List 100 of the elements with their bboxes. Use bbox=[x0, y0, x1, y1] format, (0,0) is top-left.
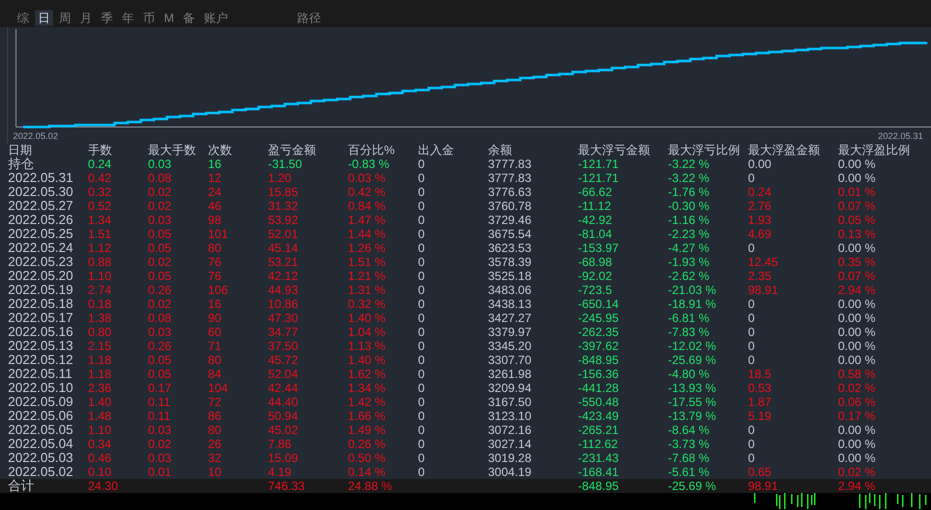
table-cell: 0.00 % bbox=[838, 451, 876, 465]
table-cell: 0.65 bbox=[748, 465, 772, 479]
table-cell: 0.18 bbox=[88, 297, 112, 311]
table-cell: 0.17 % bbox=[838, 409, 876, 423]
table-cell: -650.14 bbox=[578, 297, 619, 311]
table-cell: 2022.05.20 bbox=[8, 268, 74, 283]
table-cell: 24 bbox=[208, 185, 222, 199]
period-tab[interactable]: 年 bbox=[119, 10, 137, 26]
axis-label: 2022.05.31 bbox=[878, 130, 923, 142]
table-cell: 0 bbox=[418, 213, 425, 227]
table-cell: 1.20 bbox=[268, 171, 292, 185]
table-cell: 2022.05.25 bbox=[8, 226, 74, 241]
table-cell: 2022.05.02 bbox=[8, 464, 74, 479]
table-cell: -42.92 bbox=[578, 213, 612, 227]
period-tab[interactable]: 月 bbox=[77, 10, 95, 26]
table-cell: 0 bbox=[418, 381, 425, 395]
table-cell: 3072.16 bbox=[488, 423, 532, 437]
table-cell: 1.26 % bbox=[348, 241, 386, 255]
table-cell: -2.23 % bbox=[668, 227, 710, 241]
table-cell: 3675.54 bbox=[488, 227, 532, 241]
table-cell: 0.08 bbox=[148, 171, 172, 185]
table-cell: 0.24 bbox=[88, 157, 112, 171]
table-cell: 1.44 % bbox=[348, 227, 386, 241]
table-cell: 24.88 % bbox=[348, 479, 392, 493]
table-cell: 26 bbox=[208, 437, 222, 451]
table-cell: 0 bbox=[418, 297, 425, 311]
table-cell: 42.12 bbox=[268, 269, 298, 283]
period-tab[interactable]: 币 bbox=[140, 10, 158, 26]
table-cell: 0.88 bbox=[88, 255, 112, 269]
table-cell: 1.18 bbox=[88, 367, 112, 381]
table-cell: 0 bbox=[748, 339, 755, 353]
table-cell: 0.24 bbox=[748, 185, 772, 199]
table-cell: 0.26 % bbox=[348, 437, 386, 451]
table-cell: 3776.63 bbox=[488, 185, 532, 199]
column-header: 最大浮亏比例 bbox=[668, 143, 740, 157]
table-cell: 0.03 bbox=[148, 325, 172, 339]
table-cell: 46 bbox=[208, 199, 222, 213]
table-cell: 2022.05.18 bbox=[8, 296, 74, 311]
table-cell: 98.91 bbox=[748, 283, 778, 297]
table-cell: -2.62 % bbox=[668, 269, 710, 283]
table-cell: 2022.05.13 bbox=[8, 338, 74, 353]
table-cell: -3.73 % bbox=[668, 437, 710, 451]
column-header: 最大浮亏金额 bbox=[578, 143, 650, 157]
table-cell: -245.95 bbox=[578, 311, 619, 325]
table-cell: -81.04 bbox=[578, 227, 612, 241]
table-cell: 0.02 bbox=[148, 437, 172, 451]
table-cell: 24.30 bbox=[88, 479, 118, 493]
period-tab[interactable]: 备 bbox=[180, 10, 198, 26]
table-cell: 0 bbox=[418, 339, 425, 353]
table-cell: 0.11 bbox=[148, 395, 170, 409]
period-tab[interactable]: 日 bbox=[35, 10, 53, 26]
table-cell: -3.22 % bbox=[668, 171, 710, 185]
period-tab[interactable]: 周 bbox=[56, 10, 74, 26]
period-tab[interactable]: 路径 bbox=[294, 10, 324, 26]
table-cell: 0.01 % bbox=[838, 185, 876, 199]
table-cell: 0.00 % bbox=[838, 171, 876, 185]
table-cell: -153.97 bbox=[578, 241, 619, 255]
table-cell: 0 bbox=[748, 241, 755, 255]
table-cell: 0 bbox=[418, 227, 425, 241]
table-cell: 106 bbox=[208, 283, 228, 297]
table-cell: 0.05 % bbox=[838, 213, 876, 227]
table-cell: 45.14 bbox=[268, 241, 298, 255]
table-cell: 0 bbox=[418, 367, 425, 381]
period-tab[interactable]: 账户 bbox=[201, 10, 231, 26]
period-tab[interactable]: M bbox=[161, 10, 177, 26]
table-cell: 0.00 % bbox=[838, 241, 876, 255]
table-cell: 2.94 % bbox=[838, 479, 876, 493]
table-cell: 0 bbox=[418, 255, 425, 269]
table-cell: 1.47 % bbox=[348, 213, 386, 227]
table-cell: -3.22 % bbox=[668, 157, 710, 171]
table-cell: -0.30 % bbox=[668, 199, 710, 213]
table-cell: 0 bbox=[748, 311, 755, 325]
table-cell: 0 bbox=[418, 353, 425, 367]
table-cell: 0.05 bbox=[148, 241, 172, 255]
table-cell: 0.03 bbox=[148, 451, 172, 465]
table-cell: 72 bbox=[208, 395, 222, 409]
table-cell: -12.02 % bbox=[668, 339, 716, 353]
column-header: 手数 bbox=[88, 143, 112, 157]
table-cell: 0.02 % bbox=[838, 381, 876, 395]
table-cell: -112.62 bbox=[578, 437, 618, 451]
period-tab[interactable]: 综 bbox=[14, 10, 32, 26]
column-header: 出入金 bbox=[418, 143, 454, 157]
table-cell: 0.07 % bbox=[838, 199, 876, 213]
table-cell: 0 bbox=[418, 283, 425, 297]
table-cell: 0.00 % bbox=[838, 437, 876, 451]
table-cell: 0.00 bbox=[748, 157, 772, 171]
table-cell: 52.01 bbox=[268, 227, 298, 241]
table-cell: 2022.05.17 bbox=[8, 310, 74, 325]
table-cell: -441.28 bbox=[578, 381, 619, 395]
table-cell: 80 bbox=[208, 423, 222, 437]
table-cell: 746.33 bbox=[268, 479, 305, 493]
table-cell: 45.02 bbox=[268, 423, 298, 437]
table-cell: 1.51 bbox=[88, 227, 112, 241]
table-cell: 3167.50 bbox=[488, 395, 532, 409]
table-cell: 2.74 bbox=[88, 283, 112, 297]
table-cell: 1.34 bbox=[88, 213, 112, 227]
table-cell: 2022.05.27 bbox=[8, 198, 74, 213]
table-cell: -262.35 bbox=[578, 325, 619, 339]
period-tab[interactable]: 季 bbox=[98, 10, 116, 26]
table-cell: 0.10 bbox=[88, 465, 112, 479]
